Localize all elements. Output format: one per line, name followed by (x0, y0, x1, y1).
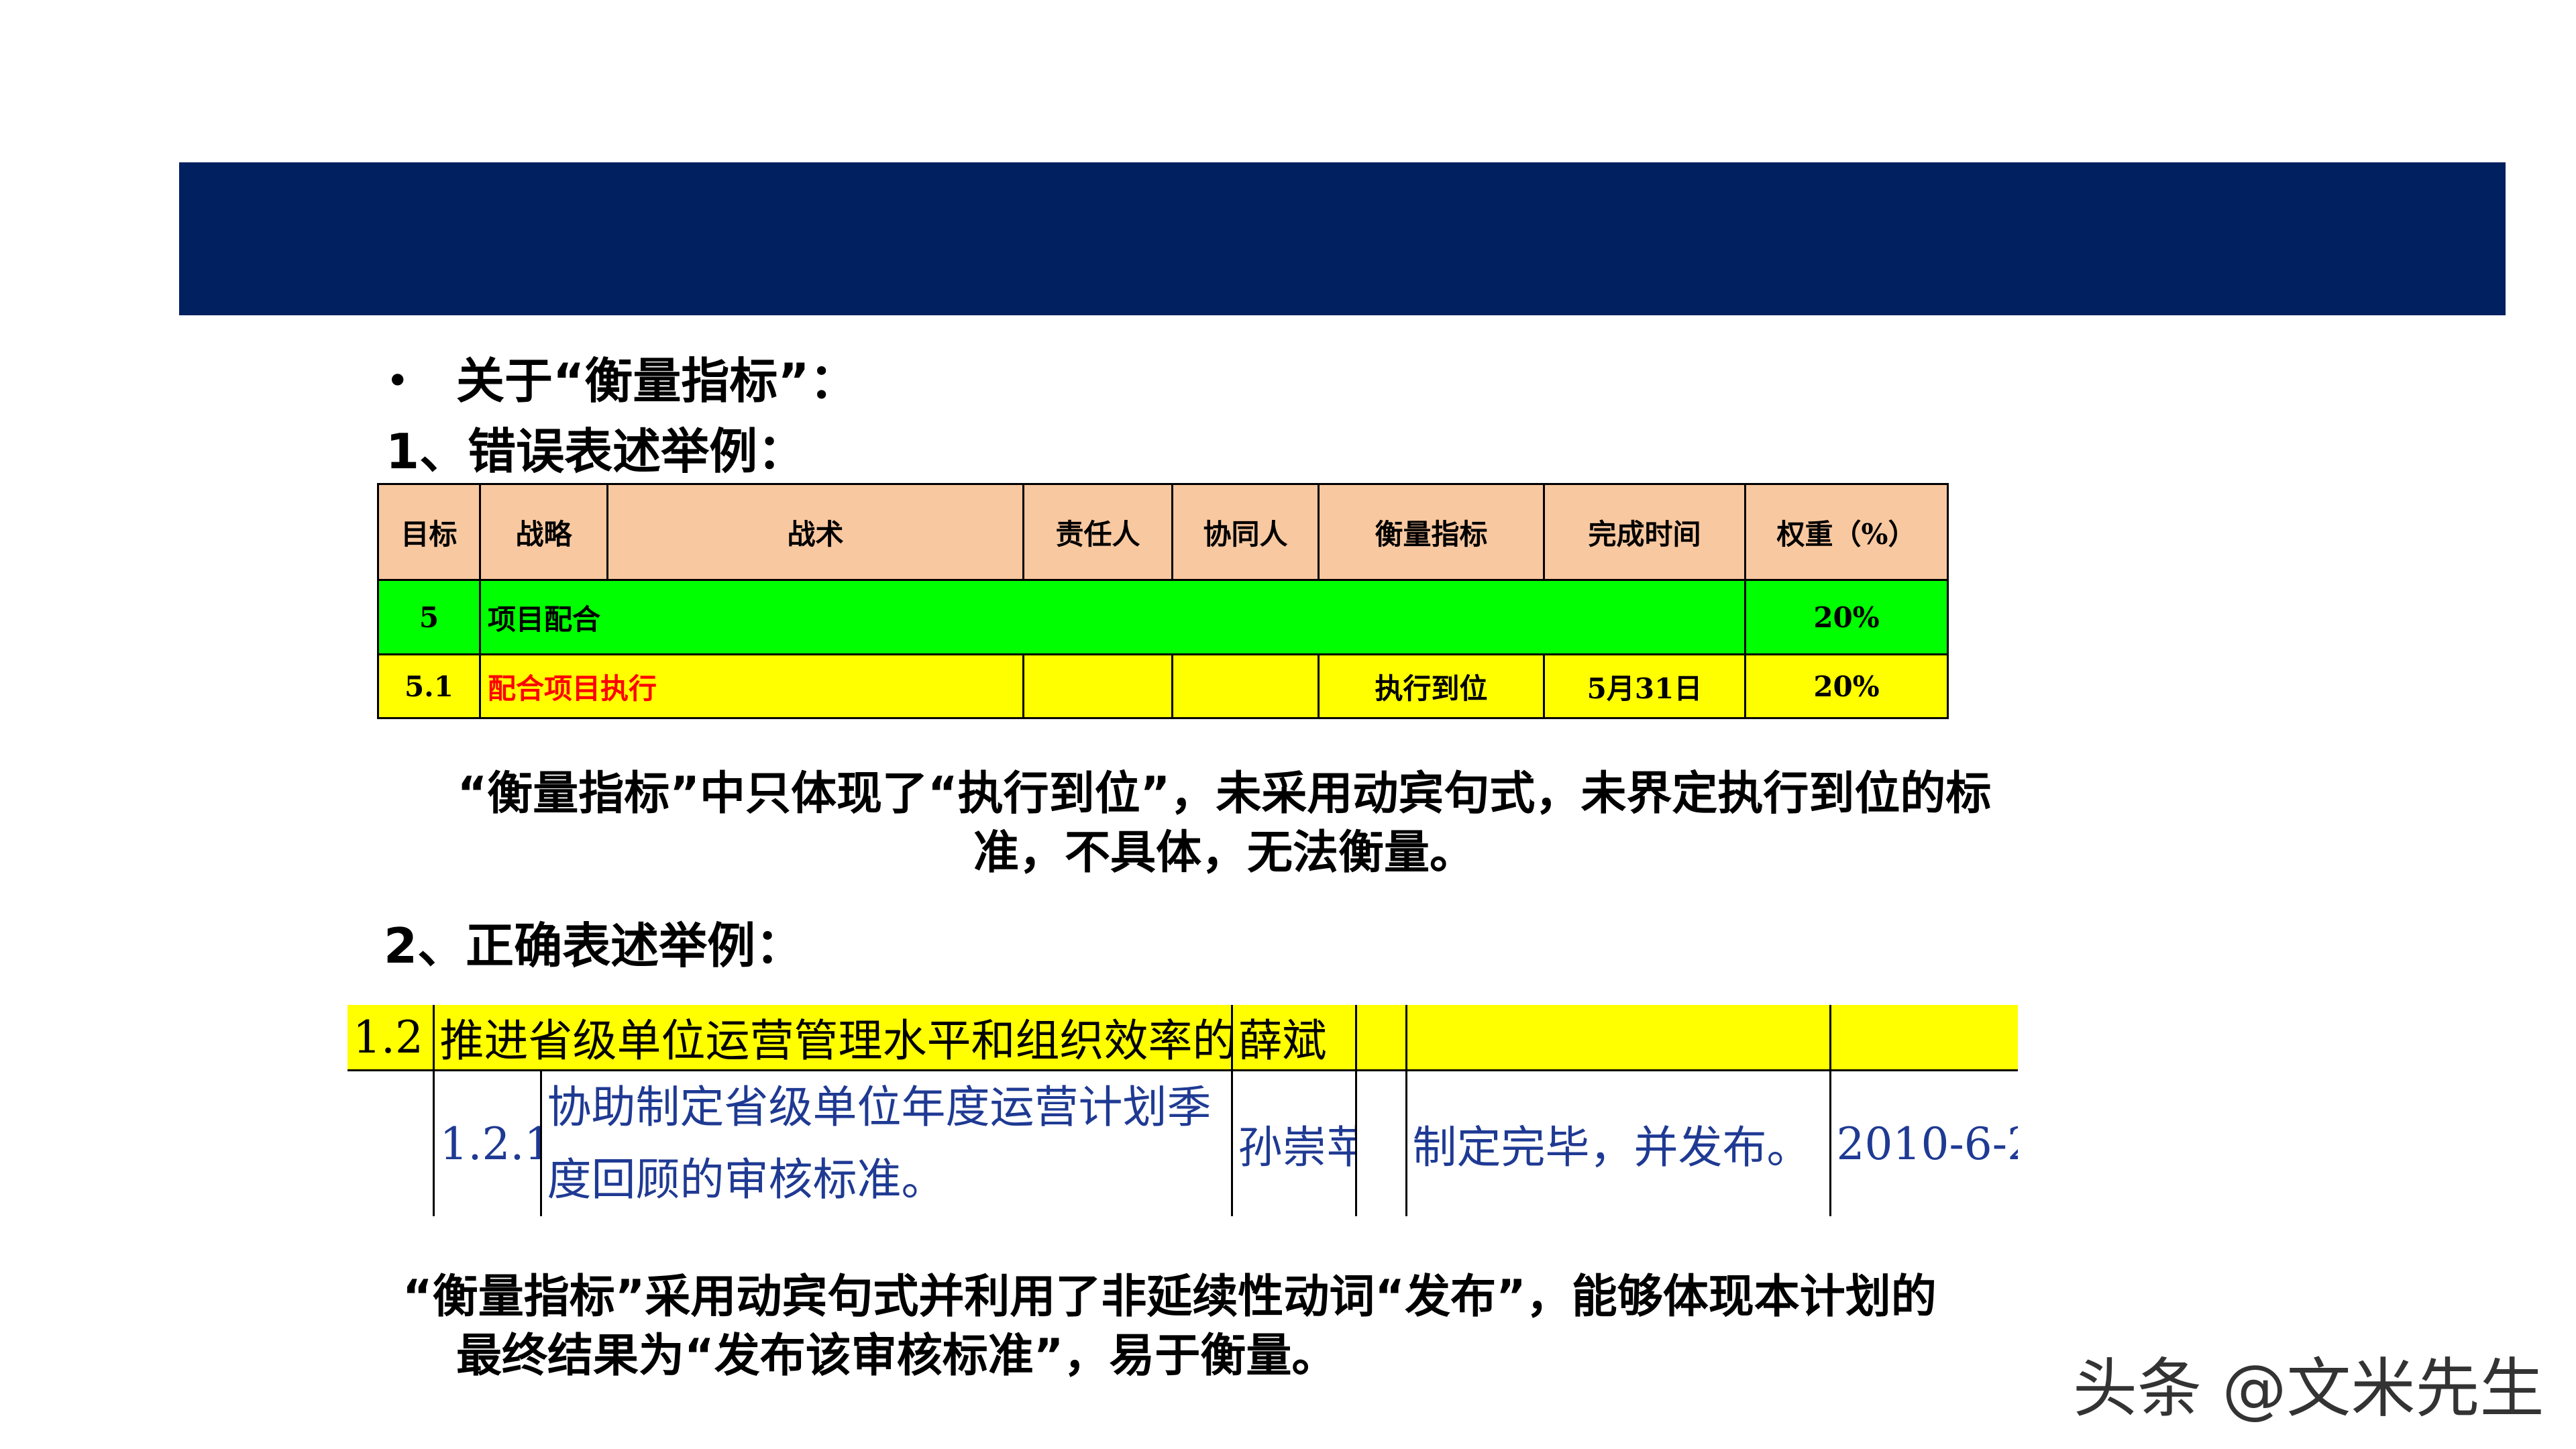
empty-cell (1354, 1070, 1406, 1216)
table-header-row: 目标 战略 战术 责任人 协同人 衡量指标 完成时间 权重（%） (377, 483, 1949, 581)
header-cell: 协同人 (1171, 483, 1320, 581)
empty-cell (347, 1071, 433, 1217)
title-banner (179, 162, 2506, 315)
comment2-line1: “衡量指标”采用动宾句式并利用了非延续性动词“发布”，能够体现本计划的 (402, 1271, 1937, 1324)
goal-row: 1.2 推进省级单位运营管理水平和组织效率的提升 薛斌 (347, 1005, 2018, 1071)
deadline-cell: 5月31日 (1543, 653, 1746, 719)
comment1-line1: “衡量指标”中只体现了“执行到位”，未采用动宾句式，未界定执行到位的标 (457, 767, 1992, 820)
header-cell: 责任人 (1022, 483, 1173, 581)
owner-cell: 薛斌 (1230, 1005, 1356, 1071)
empty-cell (1405, 1005, 1830, 1071)
plan-owner: 孙崇苹 (1230, 1070, 1356, 1216)
plan-number: 1.2.1 (432, 1070, 541, 1216)
plan-metric: 制定完毕，并发布。 (1405, 1070, 1830, 1216)
bullet-heading: 关于“衡量指标”： (456, 353, 858, 409)
header-cell: 完成时间 (1543, 483, 1746, 581)
metric-cell: 执行到位 (1318, 653, 1545, 719)
bullet-dot: • (386, 358, 410, 405)
header-cell: 衡量指标 (1318, 483, 1545, 581)
plan-text: 协助制定省级单位年度运营计划季度回顾的审核标准。 (539, 1070, 1232, 1216)
strategy-row: 5.1 配合项目执行 执行到位 5月31日 20% (377, 653, 1949, 719)
wrong-example-table: 目标 战略 战术 责任人 协同人 衡量指标 完成时间 权重（%） 5 项目配合 … (377, 483, 1949, 719)
comment2-line2: 最终结果为“发布该审核标准”，易于衡量。 (456, 1330, 1338, 1383)
plan-row: 1.2.1 协助制定省级单位年度运营计划季度回顾的审核标准。 孙崇苹 制定完毕，… (347, 1070, 2018, 1217)
empty-cell (1829, 1005, 2018, 1071)
weight-cell: 20% (1744, 653, 1949, 719)
goal-weight: 20% (1744, 579, 1949, 655)
collaborator-cell (1171, 653, 1320, 719)
goal-row: 5 项目配合 20% (377, 579, 1949, 655)
header-cell: 权重（%） (1744, 483, 1949, 581)
section1-heading: 1、错误表述举例： (386, 423, 806, 480)
watermark: 头条 @文米先生 (2073, 1351, 2544, 1426)
header-cell: 战术 (606, 483, 1024, 581)
correct-example-table: 1.2 推进省级单位运营管理水平和组织效率的提升 薛斌 1.2.1 协助制定省级… (347, 1005, 2018, 1216)
section2-heading: 2、正确表述举例： (384, 918, 804, 974)
goal-number: 1.2 (347, 1005, 433, 1071)
header-cell: 战略 (479, 483, 608, 581)
strategy-number: 5.1 (377, 653, 481, 719)
strategy-name: 配合项目执行 (479, 653, 1024, 719)
comment1-line2: 准，不具体，无法衡量。 (973, 826, 1475, 879)
empty-cell (1354, 1005, 1406, 1071)
goal-text: 推进省级单位运营管理水平和组织效率的提升 (432, 1005, 1232, 1071)
plan-date: 2010-6-20 (1829, 1070, 2018, 1216)
header-cell: 目标 (377, 483, 481, 581)
goal-name: 项目配合 (479, 579, 1746, 655)
goal-number: 5 (377, 579, 481, 655)
owner-cell (1022, 653, 1173, 719)
